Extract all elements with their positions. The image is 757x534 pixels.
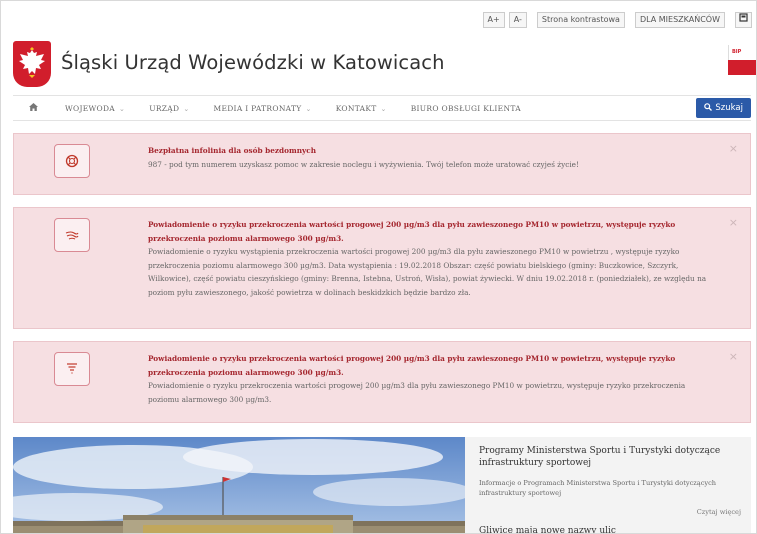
read-more-link[interactable]: Czytaj więcej bbox=[479, 508, 741, 516]
alert-content: Bezpłatna infolinia dla osób bezdomnych … bbox=[148, 144, 710, 171]
font-decrease-button[interactable]: A- bbox=[508, 12, 527, 28]
alert-body: Powiadomienie o ryzyku przekroczenia war… bbox=[148, 381, 686, 404]
filter-icon bbox=[54, 352, 90, 386]
nav-item-urzad[interactable]: URZĄD ⌄ bbox=[137, 104, 201, 113]
news-title[interactable]: Gliwice mają nowe nazwy ulic bbox=[479, 526, 741, 533]
alert-title[interactable]: Powiadomienie o ryzyku przekroczenia war… bbox=[148, 218, 710, 245]
alert-pm10-warning: Powiadomienie o ryzyku przekroczenia war… bbox=[13, 207, 751, 329]
nav-item-label: KONTAKT bbox=[335, 103, 377, 113]
building-photo[interactable] bbox=[13, 437, 465, 533]
chevron-down-icon: ⌄ bbox=[380, 104, 387, 113]
contrast-button[interactable]: Strona kontrastowa bbox=[536, 12, 625, 28]
site-header: Śląski Urząd Wojewódzki w Katowicach BIP bbox=[1, 37, 756, 95]
chevron-down-icon: ⌄ bbox=[119, 104, 126, 113]
chevron-down-icon: ⌄ bbox=[183, 104, 190, 113]
nav-item-media[interactable]: MEDIA I PATRONATY ⌄ bbox=[201, 104, 323, 113]
alert-infoline: Bezpłatna infolinia dla osób bezdomnych … bbox=[13, 133, 751, 195]
nav-item-label: WOJEWODA bbox=[65, 103, 116, 113]
utility-bar: A+ A- Strona kontrastowa DLA MIESZKAŃCÓW bbox=[482, 11, 752, 29]
chevron-down-icon: ⌄ bbox=[305, 104, 312, 113]
lifebuoy-icon bbox=[54, 144, 90, 178]
bip-badge-text: BIP bbox=[732, 49, 742, 55]
alert-title[interactable]: Bezpłatna infolinia dla osób bezdomnych bbox=[148, 144, 710, 158]
page: A+ A- Strona kontrastowa DLA MIESZKAŃCÓW… bbox=[0, 0, 757, 534]
close-icon[interactable]: × bbox=[729, 142, 738, 155]
close-icon[interactable]: × bbox=[729, 350, 738, 363]
bip-badge[interactable]: BIP bbox=[728, 45, 756, 75]
side-news-box: Programy Ministerstwa Sportu i Turystyki… bbox=[465, 437, 751, 533]
alert-body: 987 - pod tym numerem uzyskasz pomoc w z… bbox=[148, 159, 579, 169]
main-nav: WOJEWODA ⌄ URZĄD ⌄ MEDIA I PATRONATY ⌄ KONT… bbox=[13, 95, 751, 121]
nav-item-label: URZĄD bbox=[149, 103, 180, 113]
nav-item-wojewoda[interactable]: WOJEWODA ⌄ bbox=[53, 104, 137, 113]
nav-item-label: BIURO OBSŁUGI KLIENTA bbox=[410, 103, 521, 113]
square-icon[interactable] bbox=[735, 12, 752, 28]
news-description: Informacje o Programach Ministerstwa Spo… bbox=[479, 479, 717, 497]
residents-button[interactable]: DLA MIESZKAŃCÓW bbox=[634, 12, 725, 28]
nav-item-bok[interactable]: BIURO OBSŁUGI KLIENTA bbox=[399, 104, 533, 113]
close-icon[interactable]: × bbox=[729, 216, 738, 229]
search-button-label: Szukaj bbox=[715, 103, 743, 113]
alert-content: Powiadomienie o ryzyku przekroczenia war… bbox=[148, 218, 710, 299]
nav-item-label: MEDIA I PATRONATY bbox=[213, 103, 302, 113]
search-icon bbox=[704, 102, 713, 114]
alert-body: Powiadomienie o ryzyku wystąpienia przek… bbox=[148, 247, 707, 297]
nav-item-kontakt[interactable]: KONTAKT ⌄ bbox=[324, 104, 399, 113]
alert-content: Powiadomienie o ryzyku przekroczenia war… bbox=[148, 352, 710, 406]
site-title[interactable]: Śląski Urząd Wojewódzki w Katowicach bbox=[61, 51, 445, 74]
home-icon[interactable] bbox=[13, 102, 53, 114]
alert-pm10-risk: Powiadomienie o ryzyku przekroczenia war… bbox=[13, 341, 751, 423]
wind-smog-icon bbox=[54, 218, 90, 252]
font-increase-button[interactable]: A+ bbox=[482, 12, 505, 28]
white-eagle-emblem-icon[interactable] bbox=[13, 41, 51, 87]
alert-title[interactable]: Powiadomienie o ryzyku przekroczenia war… bbox=[148, 352, 710, 379]
news-title[interactable]: Programy Ministerstwa Sportu i Turystyki… bbox=[479, 445, 741, 469]
search-button[interactable]: Szukaj bbox=[696, 98, 751, 118]
